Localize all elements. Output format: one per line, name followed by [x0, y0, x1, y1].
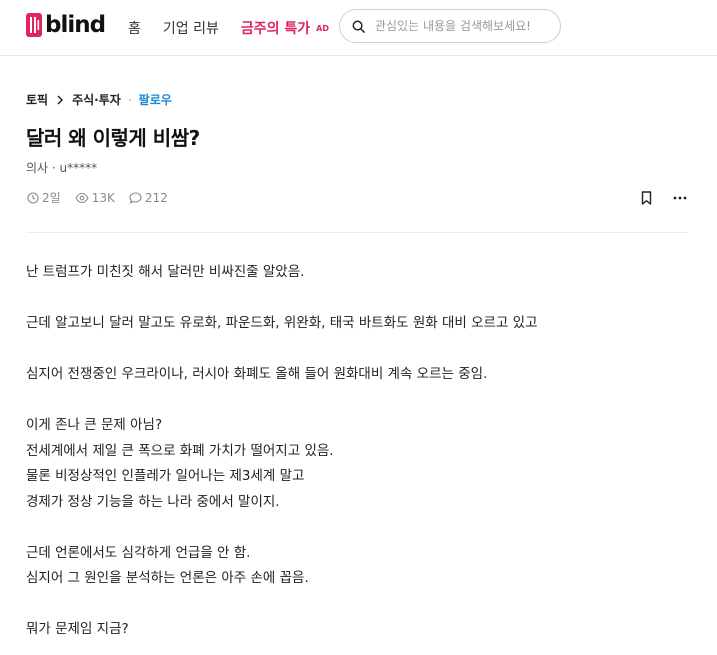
- blind-logo-icon: [26, 13, 42, 37]
- post-body: 난 트럼프가 미친짓 해서 달러만 비싸진줄 알았음. 근데 알고보니 달러 말…: [26, 262, 686, 645]
- post-author: 의사 · u*****: [26, 161, 98, 175]
- content-divider: [26, 232, 688, 233]
- post-comments: 212: [129, 191, 168, 205]
- clock-icon: [27, 191, 39, 204]
- body-line: 경제가 정상 기능을 하는 나라 중에서 말이지.: [26, 493, 280, 510]
- body-line: 심지어 그 원인을 분석하는 언론은 아주 손에 꼽음.: [26, 570, 309, 586]
- body-line: 뭐가 문제임 지금?: [26, 621, 129, 637]
- post-time: 2일: [27, 189, 61, 206]
- breadcrumb: 토픽 주식·투자 · 팔로우: [26, 91, 172, 108]
- bookmark-icon: [641, 191, 651, 205]
- nav-company-reviews[interactable]: 기업 리뷰: [163, 18, 219, 38]
- post-views: 13K: [75, 191, 115, 205]
- ad-badge: AD: [316, 23, 329, 33]
- follow-button[interactable]: 팔로우: [139, 91, 172, 108]
- body-line: 근데 언론에서도 심각하게 언급을 안 함.: [26, 544, 251, 561]
- post-comments-text: 212: [144, 190, 168, 205]
- nav-weekly-deals[interactable]: 금주의 특가: [241, 18, 310, 38]
- body-line: 심지어 전쟁중인 우크라이나, 러시아 화폐도 올해 들어 원화대비 계속 오르…: [26, 366, 488, 382]
- post-meta: 2일 13K 212: [27, 189, 182, 206]
- post-time-text: 2일: [42, 191, 61, 205]
- post-actions: [621, 189, 689, 207]
- body-line: 근데 알고보니 달러 말고도 유로화, 파운드화, 위완화, 태국 바트화도 원…: [26, 315, 538, 331]
- more-options-button[interactable]: [671, 189, 689, 207]
- search-box[interactable]: [339, 9, 561, 43]
- body-line: 물론 비정상적인 인플레가 일어나는 제3세계 말고: [26, 468, 305, 484]
- chevron-right-icon: [57, 94, 64, 105]
- post-title: 달러 왜 이렇게 비쌈?: [26, 126, 200, 150]
- comment-icon: [129, 191, 142, 204]
- body-line: 전세계에서 제일 큰 폭으로 화폐 가치가 떨어지고 있음.: [26, 442, 334, 459]
- blind-logo[interactable]: blind: [26, 12, 106, 38]
- logo-text: blind: [45, 12, 106, 38]
- search-input[interactable]: [373, 18, 552, 34]
- eye-icon: [75, 192, 89, 203]
- post-views-text: 13K: [91, 190, 115, 205]
- main-nav: 홈 기업 리뷰 금주의 특가 AD: [128, 18, 329, 38]
- top-navigation-bar: blind 홈 기업 리뷰 금주의 특가 AD: [0, 0, 717, 56]
- breadcrumb-channel[interactable]: 주식·투자: [72, 91, 121, 108]
- body-line: 이게 존나 큰 문제 아님?: [26, 417, 163, 433]
- more-icon: [673, 196, 687, 200]
- breadcrumb-topic[interactable]: 토픽: [26, 91, 48, 108]
- separator-dot: ·: [127, 92, 132, 107]
- body-line: 난 트럼프가 미친짓 해서 달러만 비싸진줄 알았음.: [26, 264, 305, 280]
- nav-home[interactable]: 홈: [128, 18, 141, 38]
- bookmark-button[interactable]: [637, 189, 655, 207]
- search-icon: [352, 20, 365, 33]
